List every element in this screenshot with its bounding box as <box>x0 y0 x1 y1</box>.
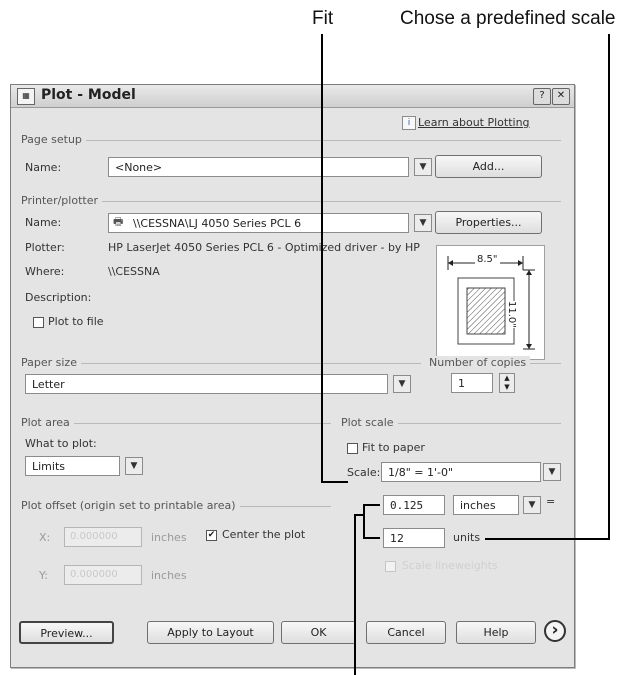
page-setup-group-label: Page setup <box>21 133 86 146</box>
printer-name-label: Name: <box>25 216 62 229</box>
help-button[interactable]: Help <box>456 621 536 644</box>
properties-button[interactable]: Properties... <box>435 211 542 234</box>
printer-group-label: Printer/plotter <box>21 194 102 207</box>
plot-area-group-label: Plot area <box>21 416 74 429</box>
scale-leader-line-h <box>485 538 610 540</box>
plot-to-file-label: Plot to file <box>48 315 104 328</box>
app-icon: ▦ <box>17 88 35 105</box>
page-setup-name-label: Name: <box>25 161 62 174</box>
offset-y-unit: inches <box>151 569 187 582</box>
center-the-plot-checkbox[interactable]: ✔ <box>206 530 217 541</box>
apply-to-layout-button[interactable]: Apply to Layout <box>147 621 274 644</box>
plot-scale-group-label: Plot scale <box>341 416 398 429</box>
plotter-label: Plotter: <box>25 241 65 254</box>
paper-width-label: 8.5" <box>475 254 500 265</box>
ok-button[interactable]: OK <box>281 621 356 644</box>
custom-scale-bracket <box>363 504 365 539</box>
chevron-down-icon[interactable]: ▼ <box>393 375 411 393</box>
scale-label: Scale: <box>347 466 381 479</box>
add-button[interactable]: Add... <box>435 155 542 178</box>
custom-scale-bracket-top <box>363 504 380 506</box>
scale-lineweights-checkbox[interactable] <box>385 561 396 572</box>
plot-dialog: ▦ Plot - Model ? ✕ i Learn about Plottin… <box>10 84 575 668</box>
units-label: units <box>453 531 481 544</box>
expand-options-icon[interactable]: › <box>544 620 566 642</box>
help-title-button[interactable]: ? <box>533 88 551 105</box>
plot-to-file-checkbox[interactable] <box>33 317 44 328</box>
custom-scale-leader-line <box>354 514 356 675</box>
fit-to-paper-checkbox[interactable] <box>347 443 358 454</box>
info-icon: i <box>402 116 416 130</box>
what-to-plot-select[interactable]: Limits <box>25 456 120 476</box>
close-button[interactable]: ✕ <box>552 88 570 105</box>
chevron-down-icon[interactable]: ▼ <box>523 496 541 514</box>
learn-about-plotting-link[interactable]: Learn about Plotting <box>418 116 530 129</box>
window-title: Plot - Model <box>41 87 136 103</box>
callout-predefined-scale: Chose a predefined scale <box>400 8 616 29</box>
copies-input[interactable]: 1 <box>451 373 493 393</box>
offset-y-input[interactable]: 0.000000 <box>64 565 142 585</box>
scale-units-input[interactable]: 12 <box>383 528 445 548</box>
scale-unit-select[interactable]: inches <box>453 495 519 515</box>
equals-sign: = <box>546 495 556 508</box>
scale-inches-input[interactable]: 0.125 <box>383 495 445 515</box>
callout-fit: Fit <box>312 8 334 29</box>
page-setup-name-select[interactable]: <None> <box>108 157 409 177</box>
offset-x-label: X: <box>39 531 51 544</box>
title-bar: ▦ Plot - Model ? ✕ <box>11 85 574 108</box>
fit-to-paper-label: Fit to paper <box>362 441 425 454</box>
paper-preview: 8.5" 11.0" <box>436 245 545 360</box>
chevron-down-icon[interactable]: ▼ <box>414 214 432 232</box>
printer-icon: 🖶 <box>113 215 124 228</box>
copies-spinner[interactable]: ▲ ▼ <box>499 373 515 393</box>
scale-lineweights-label: Scale lineweights <box>402 559 498 572</box>
fit-leader-line-h <box>321 481 348 483</box>
plotter-value: HP LaserJet 4050 Series PCL 6 - Optimize… <box>108 241 420 254</box>
offset-x-unit: inches <box>151 531 187 544</box>
printer-name-select[interactable]: \\CESSNA\LJ 4050 Series PCL 6 <box>108 213 409 233</box>
custom-scale-bracket-join <box>354 514 364 516</box>
paper-size-group-label: Paper size <box>21 356 81 369</box>
preview-button[interactable]: Preview... <box>19 621 114 644</box>
what-to-plot-label: What to plot: <box>25 437 97 450</box>
scale-select[interactable]: 1/8" = 1'-0" <box>381 462 541 482</box>
fit-leader-line <box>321 34 323 482</box>
custom-scale-bracket-bottom <box>363 537 380 539</box>
where-value: \\CESSNA <box>108 265 160 278</box>
description-label: Description: <box>25 291 92 304</box>
paper-height-label: 11.0" <box>506 301 517 328</box>
plot-offset-group-label: Plot offset (origin set to printable are… <box>21 499 240 512</box>
offset-y-label: Y: <box>39 569 48 582</box>
paper-size-select[interactable]: Letter <box>25 374 388 394</box>
where-label: Where: <box>25 265 65 278</box>
chevron-down-icon[interactable]: ▼ <box>543 463 561 481</box>
chevron-down-icon[interactable]: ▼ <box>414 158 432 176</box>
copies-group-label: Number of copies <box>429 356 531 369</box>
center-the-plot-label: Center the plot <box>222 528 306 541</box>
cancel-button[interactable]: Cancel <box>366 621 446 644</box>
scale-leader-line <box>608 34 610 540</box>
offset-x-input[interactable]: 0.000000 <box>64 527 142 547</box>
chevron-down-icon[interactable]: ▼ <box>125 457 143 475</box>
